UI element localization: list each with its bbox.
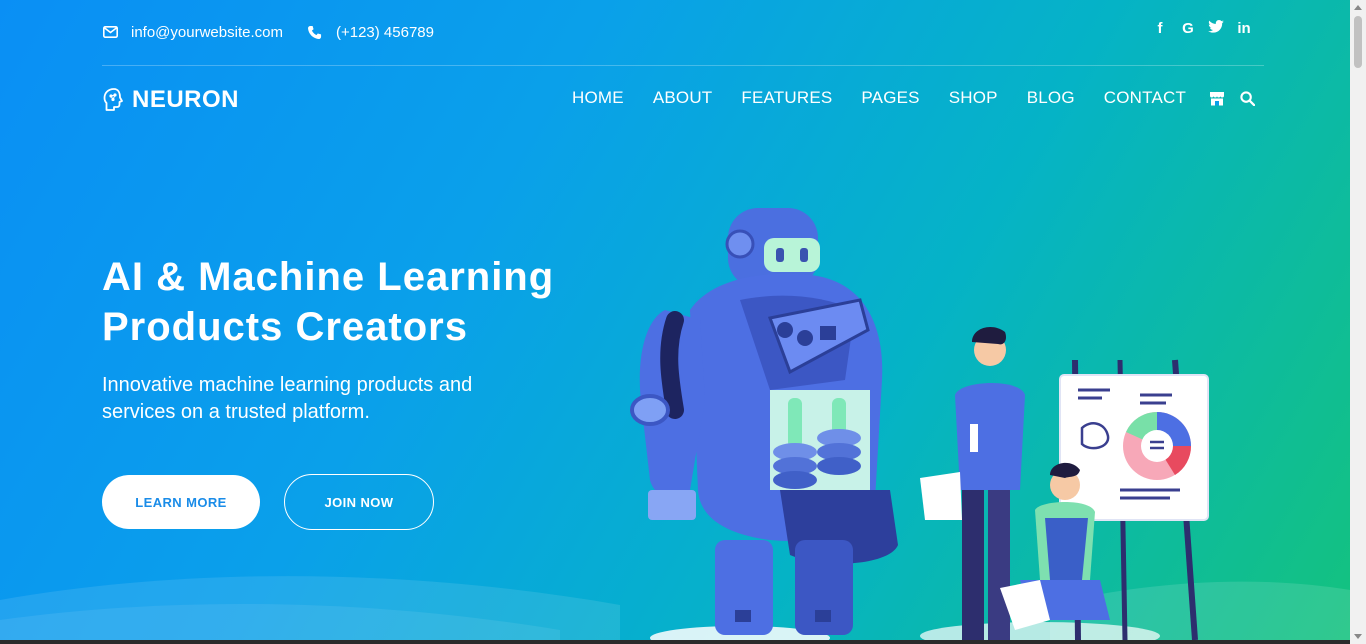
- twitter-icon[interactable]: [1208, 20, 1224, 37]
- scroll-down-arrow[interactable]: [1354, 634, 1362, 639]
- hero-title-line-1: AI & Machine Learning: [102, 255, 555, 299]
- logo-text: NEURON: [132, 86, 240, 113]
- social-links: f G in: [1152, 20, 1252, 37]
- google-icon[interactable]: G: [1180, 20, 1196, 37]
- brain-head-icon: [102, 87, 126, 113]
- phone-icon: [307, 24, 323, 40]
- nav-contact[interactable]: CONTACT: [1104, 88, 1186, 108]
- header-divider: [102, 65, 1264, 66]
- scrollbar-thumb[interactable]: [1354, 16, 1362, 68]
- hero-subtitle: Innovative machine learning products and…: [102, 372, 562, 426]
- robot-illustration: [630, 208, 1209, 640]
- email-contact[interactable]: info@yourwebsite.com: [102, 24, 283, 41]
- nav-shop[interactable]: SHOP: [949, 88, 998, 108]
- main-nav: HOME ABOUT FEATURES PAGES SHOP BLOG CONT…: [572, 88, 1268, 108]
- nav-blog[interactable]: BLOG: [1027, 88, 1075, 108]
- join-now-button[interactable]: JOIN NOW: [284, 474, 434, 530]
- phone-contact[interactable]: (+123) 456789: [307, 24, 434, 41]
- phone-text[interactable]: (+123) 456789: [336, 24, 434, 41]
- hero-page: info@yourwebsite.com (+123) 456789 f G i…: [0, 0, 1350, 640]
- linkedin-icon[interactable]: in: [1236, 20, 1252, 37]
- learn-more-button[interactable]: LEARN MORE: [102, 475, 260, 529]
- scroll-up-arrow[interactable]: [1354, 5, 1362, 10]
- store-icon[interactable]: [1208, 89, 1226, 107]
- nav-pages[interactable]: PAGES: [861, 88, 919, 108]
- hero-subtitle-line-2: services on a trusted platform.: [102, 401, 370, 423]
- nav-home[interactable]: HOME: [572, 88, 624, 108]
- bottom-strip: [0, 640, 1350, 644]
- hero-title-line-2: Products Creators: [102, 305, 468, 349]
- nav-about[interactable]: ABOUT: [653, 88, 713, 108]
- search-icon[interactable]: [1238, 89, 1256, 107]
- top-contact-bar: info@yourwebsite.com (+123) 456789: [102, 20, 458, 44]
- hero-subtitle-line-1: Innovative machine learning products and: [102, 374, 473, 396]
- nav-features[interactable]: FEATURES: [741, 88, 832, 108]
- hero-title: AI & Machine Learning Products Creators: [102, 252, 642, 352]
- facebook-icon[interactable]: f: [1152, 20, 1168, 37]
- email-text[interactable]: info@yourwebsite.com: [131, 24, 283, 41]
- vertical-scrollbar[interactable]: [1350, 0, 1366, 644]
- site-logo[interactable]: NEURON: [102, 86, 239, 114]
- envelope-icon: [102, 24, 118, 40]
